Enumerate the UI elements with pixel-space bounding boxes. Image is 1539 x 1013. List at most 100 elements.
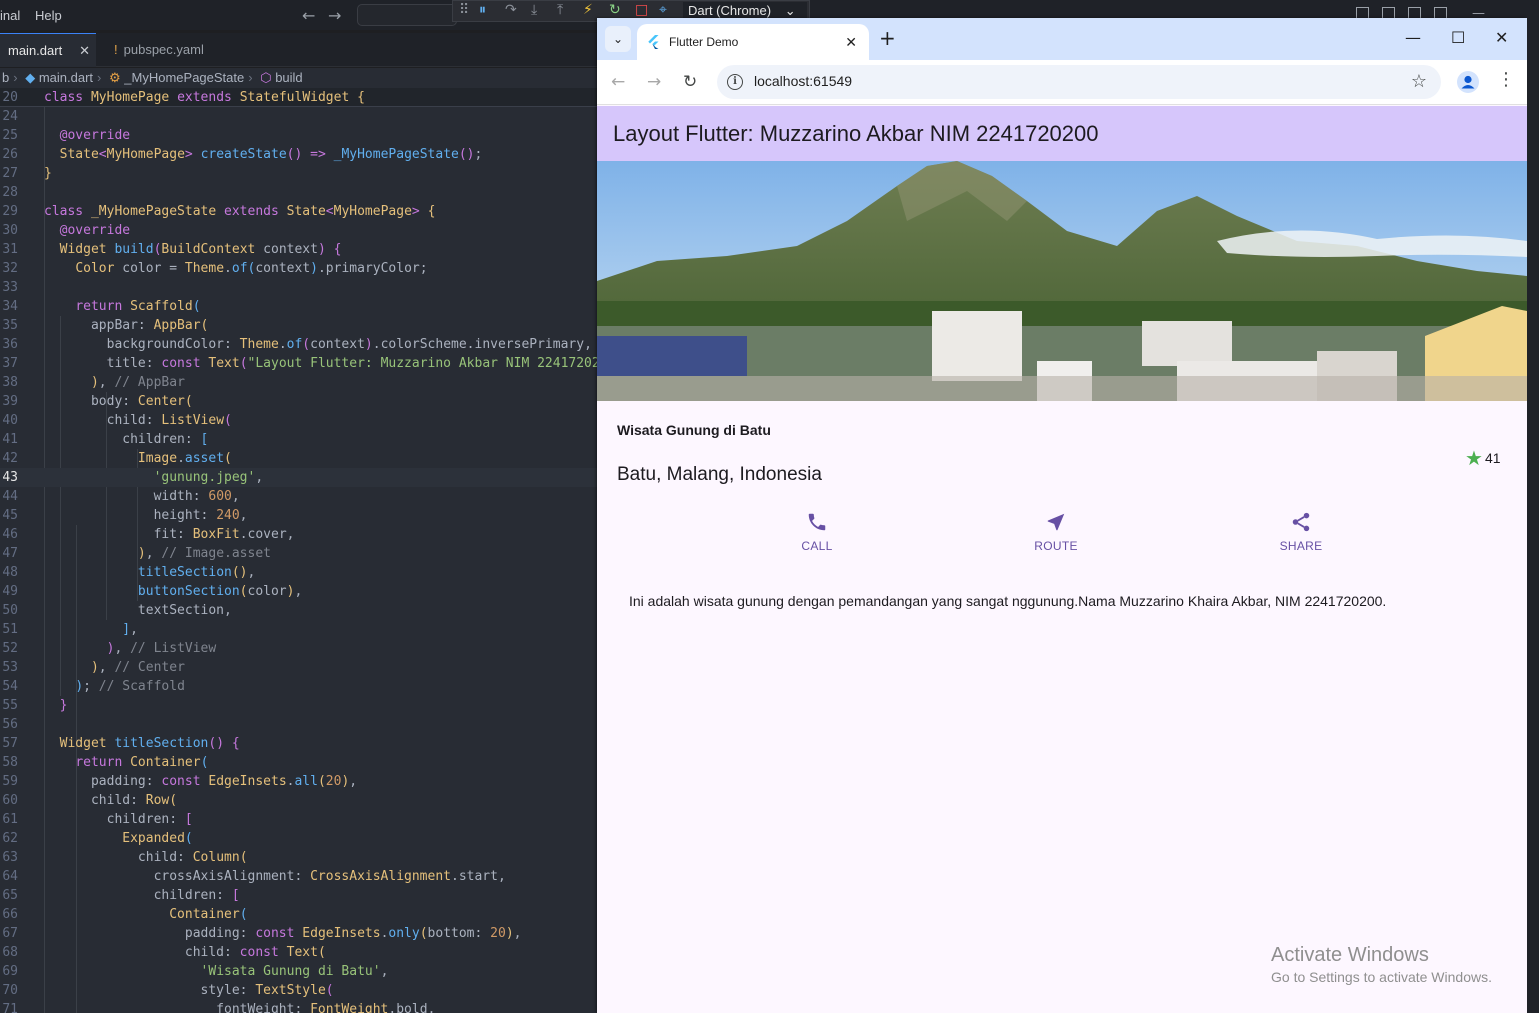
code-text[interactable]: return Scaffold( bbox=[44, 297, 200, 316]
site-info-icon[interactable]: i bbox=[727, 74, 743, 90]
tab-pubspec-yaml[interactable]: ! pubspec.yaml bbox=[104, 33, 234, 67]
step-out-icon[interactable]: ⤒ bbox=[557, 2, 563, 18]
more-menu-icon[interactable]: ⋮ bbox=[1497, 69, 1515, 90]
code-text[interactable]: 'gunung.jpeg', bbox=[44, 468, 264, 487]
inspect-widget-icon[interactable]: ⌖ bbox=[659, 2, 667, 18]
maximize-icon[interactable]: ☐ bbox=[1451, 28, 1465, 47]
code-line[interactable]: 27} bbox=[0, 164, 600, 183]
code-line[interactable]: 29 class _MyHomePageState extends State<M… bbox=[0, 202, 600, 221]
code-line[interactable]: 33 bbox=[0, 278, 600, 297]
code-text[interactable]: State<MyHomePage> createState() => _MyHo… bbox=[44, 145, 483, 164]
code-text[interactable]: Color color = Theme.of(context).primaryC… bbox=[44, 259, 427, 278]
restart-icon[interactable]: ↻ bbox=[609, 2, 621, 18]
code-line[interactable]: 47 ), // Image.asset bbox=[0, 544, 600, 563]
code-text[interactable]: children: [ bbox=[44, 430, 208, 449]
code-text[interactable]: class _MyHomePageState extends State<MyH… bbox=[44, 202, 435, 221]
reload-icon[interactable]: ↻ bbox=[683, 72, 697, 92]
code-line[interactable]: 55 } bbox=[0, 696, 600, 715]
code-line[interactable]: 49 buttonSection(color), bbox=[0, 582, 600, 601]
menu-help[interactable]: Help bbox=[35, 8, 62, 23]
code-line[interactable]: 57 Widget titleSection() { bbox=[0, 734, 600, 753]
code-line[interactable]: 62 Expanded( bbox=[0, 829, 600, 848]
code-text[interactable]: ); // Scaffold bbox=[44, 677, 185, 696]
code-text[interactable]: Expanded( bbox=[44, 829, 192, 848]
code-line[interactable]: 64 crossAxisAlignment: CrossAxisAlignmen… bbox=[0, 867, 600, 886]
code-line[interactable]: 51 ], bbox=[0, 620, 600, 639]
breadcrumb-class[interactable]: _MyHomePageState bbox=[124, 70, 244, 85]
code-text[interactable]: children: [ bbox=[44, 810, 193, 829]
forward-icon[interactable]: → bbox=[647, 72, 661, 92]
call-button[interactable]: CALL bbox=[772, 511, 862, 553]
code-text[interactable]: @override bbox=[44, 221, 130, 240]
code-line[interactable]: 52 ), // ListView bbox=[0, 639, 600, 658]
code-text[interactable]: children: [ bbox=[44, 886, 240, 905]
code-text[interactable]: child: Column( bbox=[44, 848, 248, 867]
code-text[interactable]: backgroundColor: Theme.of(context).color… bbox=[44, 335, 592, 354]
code-line[interactable]: 41 children: [ bbox=[0, 430, 600, 449]
code-text[interactable]: } bbox=[44, 696, 68, 715]
menu-terminal[interactable]: inal bbox=[0, 8, 20, 23]
code-line[interactable]: 34 return Scaffold( bbox=[0, 297, 600, 316]
code-text[interactable]: ), // Image.asset bbox=[44, 544, 271, 563]
code-line[interactable]: 70 style: TextStyle( bbox=[0, 981, 600, 1000]
code-line[interactable]: 40 child: ListView( bbox=[0, 411, 600, 430]
tab-main-dart[interactable]: main.dart ✕ bbox=[0, 33, 96, 67]
code-line[interactable]: 69 'Wisata Gunung di Batu', bbox=[0, 962, 600, 981]
breadcrumb-folder[interactable]: b bbox=[2, 70, 9, 85]
breadcrumb-method[interactable]: build bbox=[275, 70, 302, 85]
code-line[interactable]: 43 'gunung.jpeg', bbox=[0, 468, 600, 487]
code-text[interactable]: width: 600, bbox=[44, 487, 240, 506]
code-text[interactable]: height: 240, bbox=[44, 506, 248, 525]
code-text[interactable]: fontWeight: FontWeight.bold, bbox=[44, 1000, 435, 1013]
code-text[interactable]: padding: const EdgeInsets.only(bottom: 2… bbox=[44, 924, 522, 943]
code-text[interactable]: child: ListView( bbox=[44, 411, 232, 430]
code-text[interactable]: 'Wisata Gunung di Batu', bbox=[44, 962, 389, 981]
code-text[interactable]: Image.asset( bbox=[44, 449, 232, 468]
address-bar[interactable]: i localhost:61549 ☆ bbox=[717, 65, 1441, 99]
code-line[interactable]: 26 State<MyHomePage> createState() => _M… bbox=[0, 145, 600, 164]
code-line[interactable]: 54 ); // Scaffold bbox=[0, 677, 600, 696]
code-line[interactable]: 60 child: Row( bbox=[0, 791, 600, 810]
browser-tab[interactable]: Flutter Demo ✕ bbox=[637, 24, 869, 60]
code-text[interactable]: child: Row( bbox=[44, 791, 177, 810]
code-text[interactable]: padding: const EdgeInsets.all(20), bbox=[44, 772, 357, 791]
code-line[interactable]: 53 ), // Center bbox=[0, 658, 600, 677]
code-line[interactable]: 66 Container( bbox=[0, 905, 600, 924]
code-line[interactable]: 35 appBar: AppBar( bbox=[0, 316, 600, 335]
code-text[interactable]: Container( bbox=[44, 905, 247, 924]
code-text[interactable]: ), // ListView bbox=[44, 639, 217, 658]
code-editor[interactable]: 20 class MyHomePage extends StatefulWidge… bbox=[0, 88, 600, 1013]
bookmark-star-icon[interactable]: ☆ bbox=[1411, 71, 1427, 92]
code-line[interactable]: 50 textSection, bbox=[0, 601, 600, 620]
step-over-icon[interactable]: ↷ bbox=[505, 2, 517, 18]
code-text[interactable]: @override bbox=[44, 126, 130, 145]
code-line[interactable]: 32 Color color = Theme.of(context).prima… bbox=[0, 259, 600, 278]
close-window-icon[interactable]: ✕ bbox=[1495, 28, 1508, 47]
code-text[interactable]: fit: BoxFit.cover, bbox=[44, 525, 295, 544]
code-text[interactable]: style: TextStyle( bbox=[44, 981, 334, 1000]
code-line[interactable]: 68 child: const Text( bbox=[0, 943, 600, 962]
code-line[interactable]: 20 class MyHomePage extends StatefulWidge… bbox=[0, 88, 600, 107]
code-line[interactable]: 39 body: Center( bbox=[0, 392, 600, 411]
code-line[interactable]: 65 children: [ bbox=[0, 886, 600, 905]
step-into-icon[interactable]: ⤓ bbox=[531, 2, 537, 18]
hot-reload-icon[interactable]: ⚡ bbox=[583, 2, 593, 18]
code-text[interactable]: Widget build(BuildContext context) { bbox=[44, 240, 342, 259]
code-text[interactable]: crossAxisAlignment: CrossAxisAlignment.s… bbox=[44, 867, 506, 886]
code-line[interactable]: 37 title: const Text("Layout Flutter: Mu… bbox=[0, 354, 600, 373]
code-text[interactable]: ), // Center bbox=[44, 658, 185, 677]
tab-search-chevron-icon[interactable]: ⌄ bbox=[605, 26, 631, 52]
pause-icon[interactable]: ⏸ bbox=[479, 2, 486, 18]
code-line[interactable]: 48 titleSection(), bbox=[0, 563, 600, 582]
code-line[interactable]: 59 padding: const EdgeInsets.all(20), bbox=[0, 772, 600, 791]
code-line[interactable]: 44 width: 600, bbox=[0, 487, 600, 506]
code-line[interactable]: 30 @override bbox=[0, 221, 600, 240]
code-line[interactable]: 36 backgroundColor: Theme.of(context).co… bbox=[0, 335, 600, 354]
back-arrow-icon[interactable]: ← bbox=[302, 6, 315, 25]
minimize-icon[interactable]: — bbox=[1405, 28, 1421, 47]
code-text[interactable]: ], bbox=[44, 620, 138, 639]
share-button[interactable]: SHARE bbox=[1256, 511, 1346, 553]
route-button[interactable]: ROUTE bbox=[1011, 511, 1101, 553]
code-text[interactable]: buttonSection(color), bbox=[44, 582, 302, 601]
code-line[interactable]: 25 @override bbox=[0, 126, 600, 145]
